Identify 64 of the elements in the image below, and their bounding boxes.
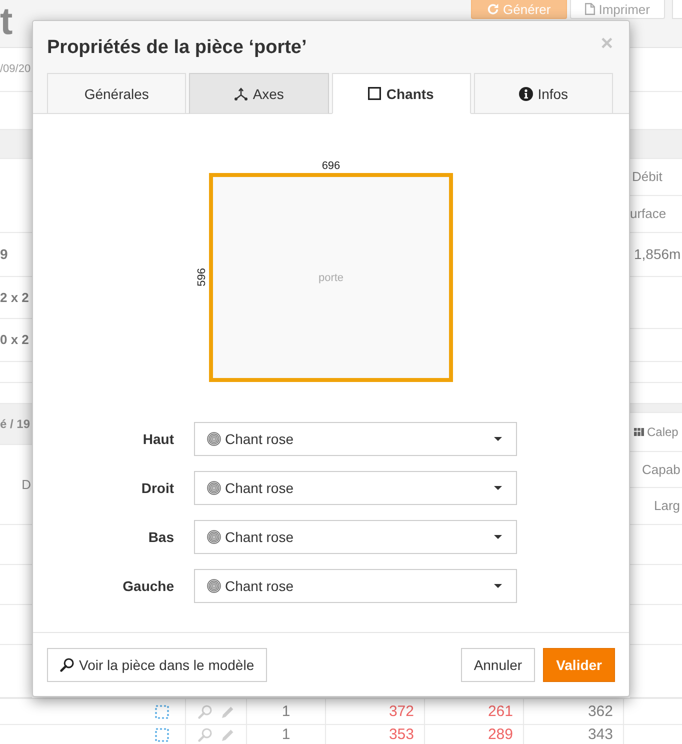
date-text: /09/20	[0, 62, 31, 76]
table-cell: 261	[424, 699, 523, 724]
edge-select[interactable]: Chant rose	[194, 569, 517, 603]
field-label: Gauche	[122, 578, 174, 594]
table-cell: 362	[523, 699, 623, 724]
file-icon	[584, 3, 595, 15]
info-icon	[518, 86, 533, 100]
toolbar-button[interactable]	[672, 0, 682, 19]
caret-icon	[494, 535, 502, 539]
tab[interactable]: Chants	[332, 73, 471, 114]
cancel-button[interactable]: Annuler	[460, 648, 536, 682]
square-icon	[368, 87, 382, 100]
piece-label: porte	[318, 272, 344, 284]
refresh-icon	[487, 3, 500, 15]
edge-select[interactable]: Chant rose	[194, 422, 517, 456]
search-icon	[60, 658, 74, 672]
edge-select[interactable]: Chant rose	[194, 520, 517, 554]
width-dimension: 696	[322, 159, 340, 173]
dashed-square-icon	[155, 704, 169, 718]
caret-icon	[494, 486, 502, 490]
concentric-circles-icon	[207, 432, 221, 446]
column-header: Capab	[642, 462, 680, 478]
caret-icon	[494, 437, 502, 441]
header-band	[630, 404, 682, 413]
search-icon[interactable]	[198, 704, 212, 718]
table-cell: 372	[325, 699, 424, 724]
column-header: D	[22, 476, 31, 492]
table-cell: 2 x 2	[0, 290, 29, 306]
column-header: Débit	[632, 169, 662, 185]
table-cell: 1,856m	[634, 246, 681, 263]
toolbar-button[interactable]: Calep	[634, 425, 678, 439]
header-band	[630, 130, 682, 159]
show-in-model-button[interactable]: Voir la pièce dans le modèle	[47, 648, 268, 682]
field-label: Haut	[142, 431, 174, 447]
pencil-icon[interactable]	[221, 704, 235, 718]
table-cell: 9	[0, 246, 8, 263]
table-cell: 0 x 2	[0, 332, 29, 348]
height-dimension: 596	[196, 268, 208, 287]
tab[interactable]: Axes	[189, 73, 328, 114]
field-label: Bas	[148, 529, 174, 545]
table-cell: 1	[246, 699, 325, 724]
field-label: Droit	[141, 480, 174, 496]
search-icon[interactable]	[198, 728, 212, 742]
concentric-circles-icon	[207, 579, 221, 593]
header-band	[0, 130, 32, 159]
table-cell: 343	[523, 725, 623, 744]
concentric-circles-icon	[207, 530, 221, 544]
dialog-title: Propriétés de la pièce ‘porte’	[47, 36, 307, 60]
summary-text: é / 19	[0, 416, 30, 432]
dashed-square-icon	[155, 728, 169, 742]
table-cell: 289	[424, 725, 523, 744]
caret-icon	[494, 584, 502, 588]
column-header: Larg	[654, 498, 680, 514]
concentric-circles-icon	[207, 481, 221, 495]
grid-icon	[634, 428, 644, 436]
page-title: t	[0, 2, 13, 42]
pencil-icon[interactable]	[221, 728, 235, 742]
column-header: urface	[630, 206, 666, 222]
edge-select[interactable]: Chant rose	[194, 471, 517, 505]
table-cell: 1	[246, 725, 325, 744]
tab[interactable]: Générales	[47, 73, 186, 114]
table-cell: 353	[325, 725, 424, 744]
tab[interactable]: Infos	[474, 73, 613, 114]
axes-icon	[234, 86, 248, 100]
